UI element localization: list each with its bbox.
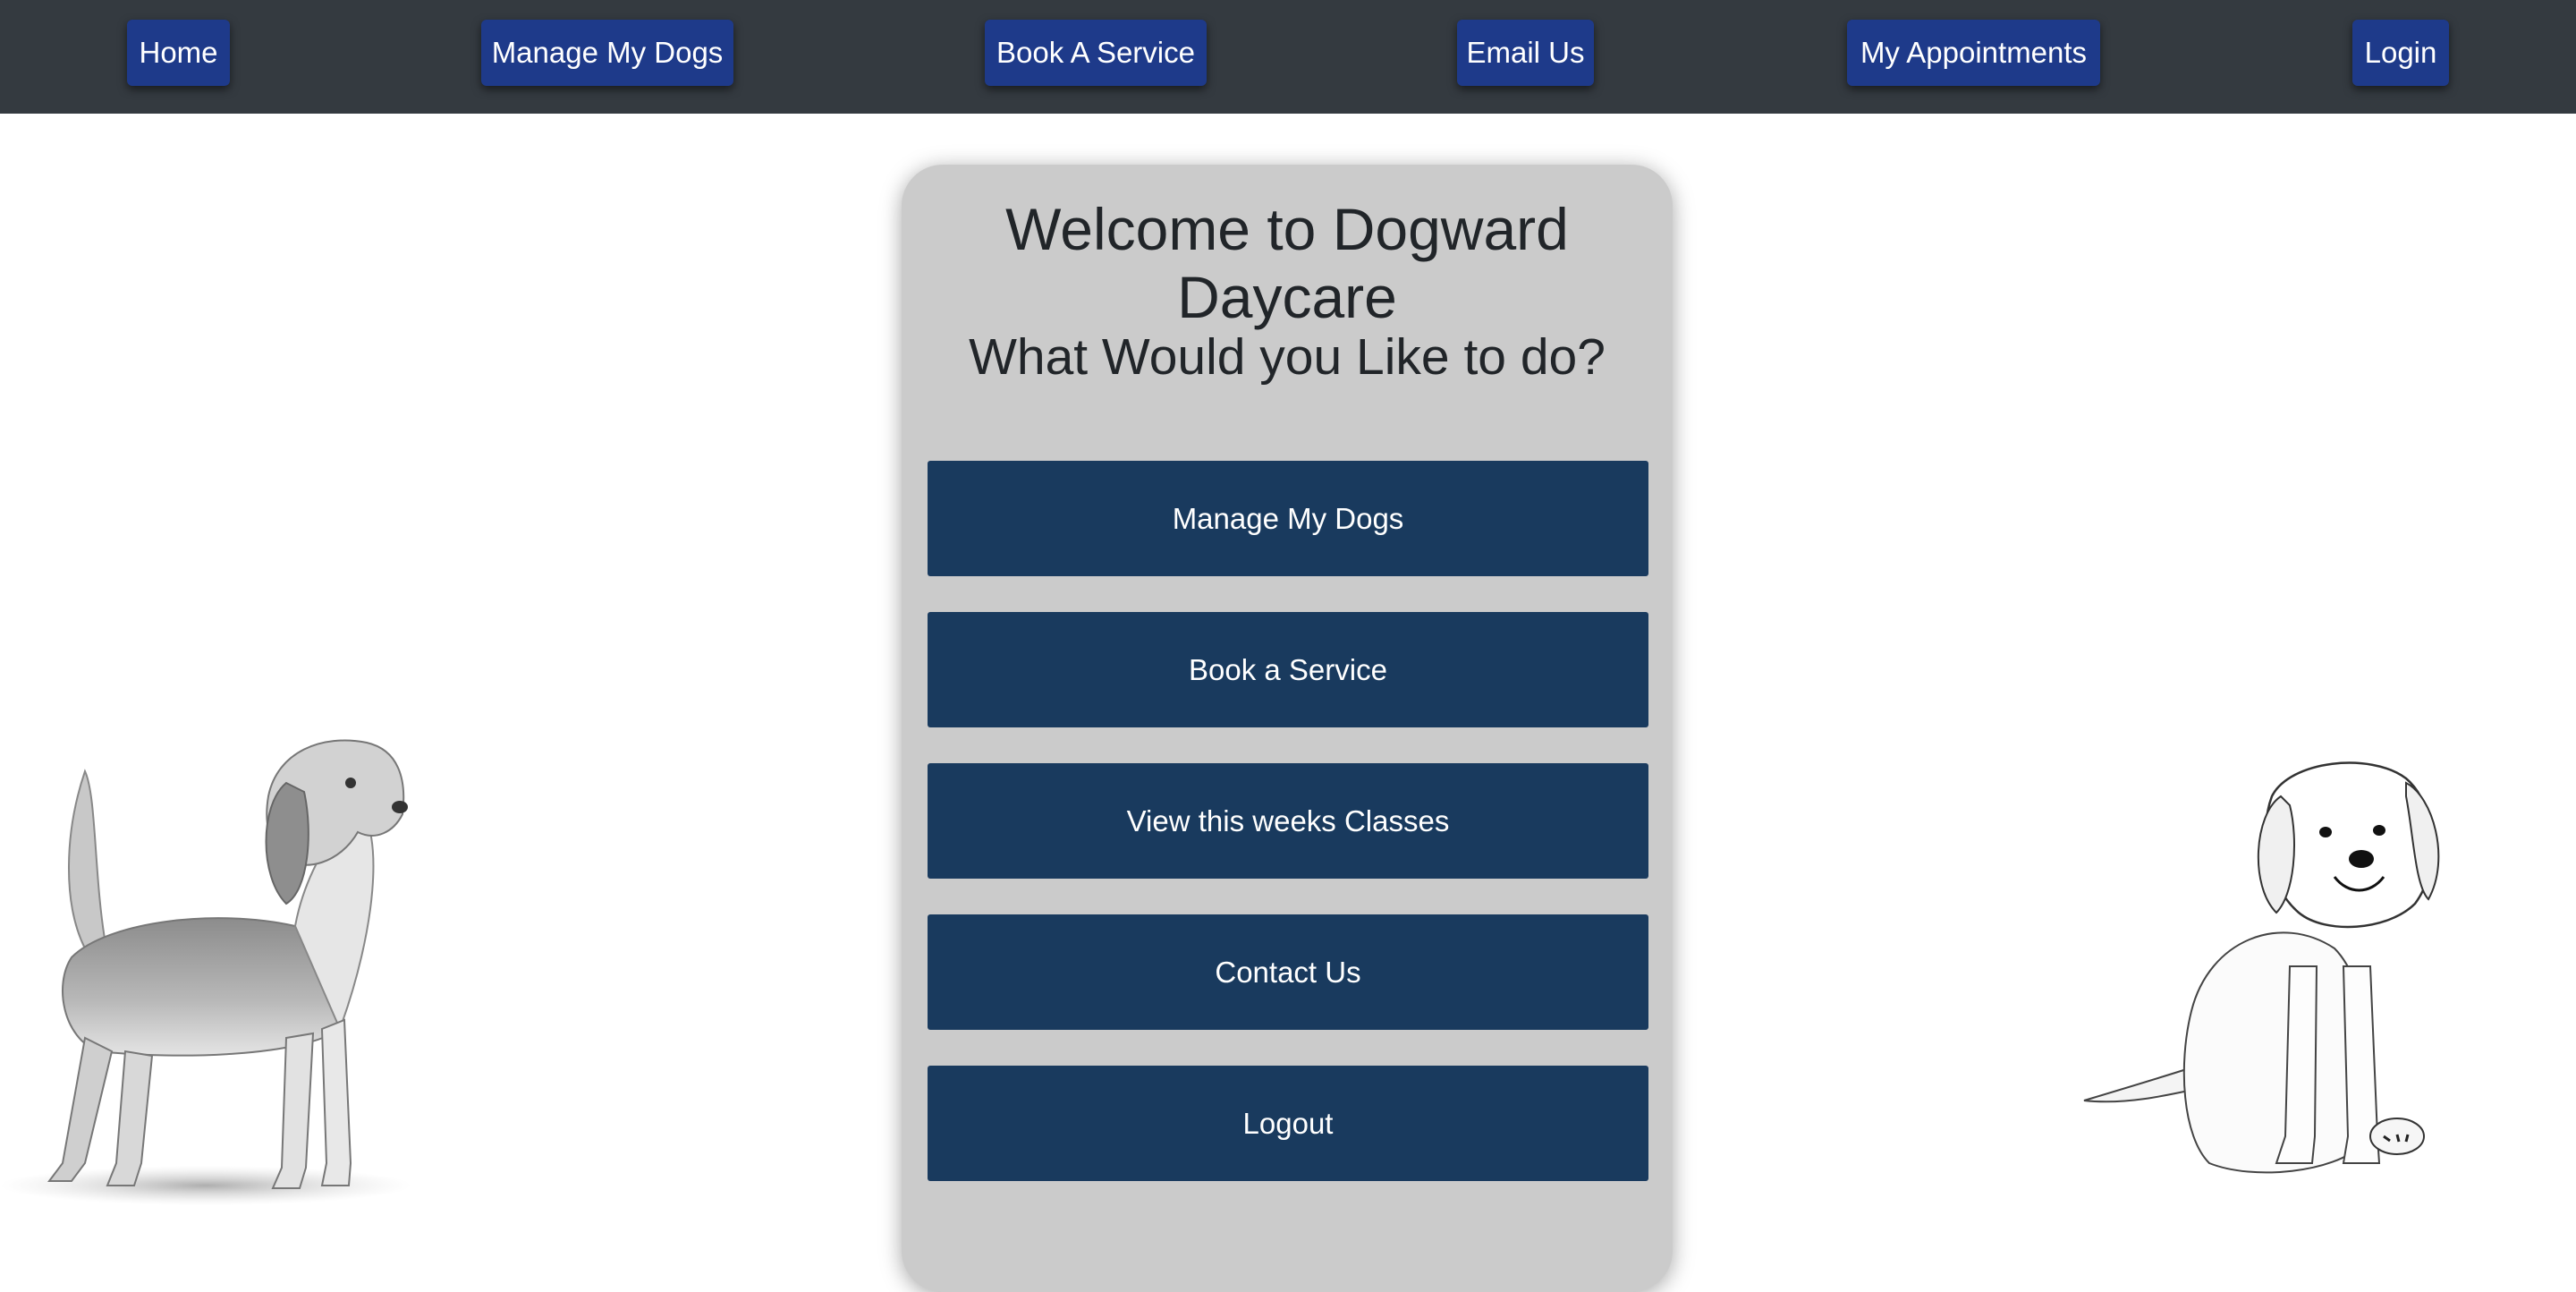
beagle-sketch-image — [0, 739, 411, 1205]
nav-email-us-button[interactable]: Email Us — [1457, 20, 1594, 86]
logout-button[interactable]: Logout — [928, 1066, 1648, 1181]
puppy-sketch-image — [2083, 761, 2440, 1174]
nav-login-button[interactable]: Login — [2352, 20, 2449, 86]
view-classes-button[interactable]: View this weeks Classes — [928, 763, 1648, 879]
contact-us-button[interactable]: Contact Us — [928, 914, 1648, 1030]
page-title: Welcome to Dogward Daycare — [1005, 196, 1569, 330]
manage-dogs-button[interactable]: Manage My Dogs — [928, 461, 1648, 576]
welcome-card: Welcome to Dogward Daycare What Would yo… — [902, 165, 1673, 1292]
nav-my-appointments-button[interactable]: My Appointments — [1847, 20, 2100, 86]
book-service-button[interactable]: Book a Service — [928, 612, 1648, 727]
page-subtitle: What Would you Like to do? — [969, 328, 1606, 386]
nav-manage-dogs-button[interactable]: Manage My Dogs — [481, 20, 733, 86]
nav-book-service-button[interactable]: Book A Service — [985, 20, 1207, 86]
top-navbar: Home Manage My Dogs Book A Service Email… — [0, 0, 2576, 114]
nav-home-button[interactable]: Home — [127, 20, 230, 86]
